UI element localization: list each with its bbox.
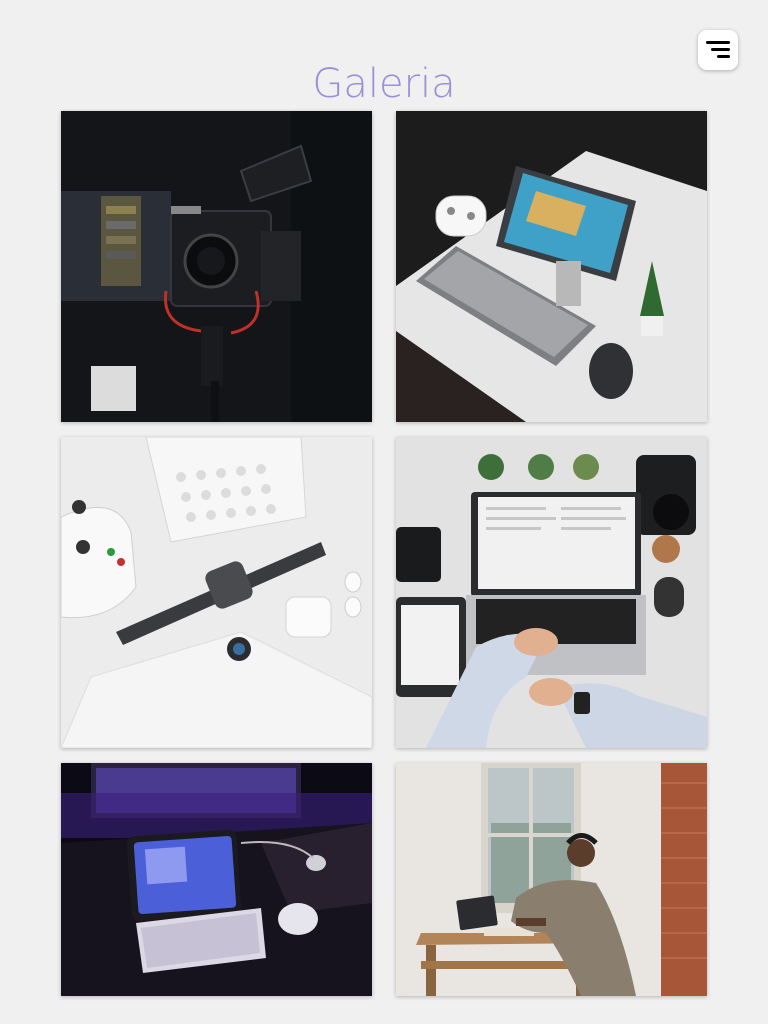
gallery-image-man-working[interactable] [396,763,707,996]
page-title: Galeria [312,61,456,107]
gallery-image-purple-desk[interactable] [61,763,372,996]
gallery-image-laptop-hands[interactable] [396,437,707,748]
gallery-image-white-accessories[interactable] [61,437,372,748]
gallery-image-camera-rig[interactable] [61,111,372,422]
gallery-image-desk-tablet[interactable] [396,111,707,422]
menu-icon [706,41,730,44]
